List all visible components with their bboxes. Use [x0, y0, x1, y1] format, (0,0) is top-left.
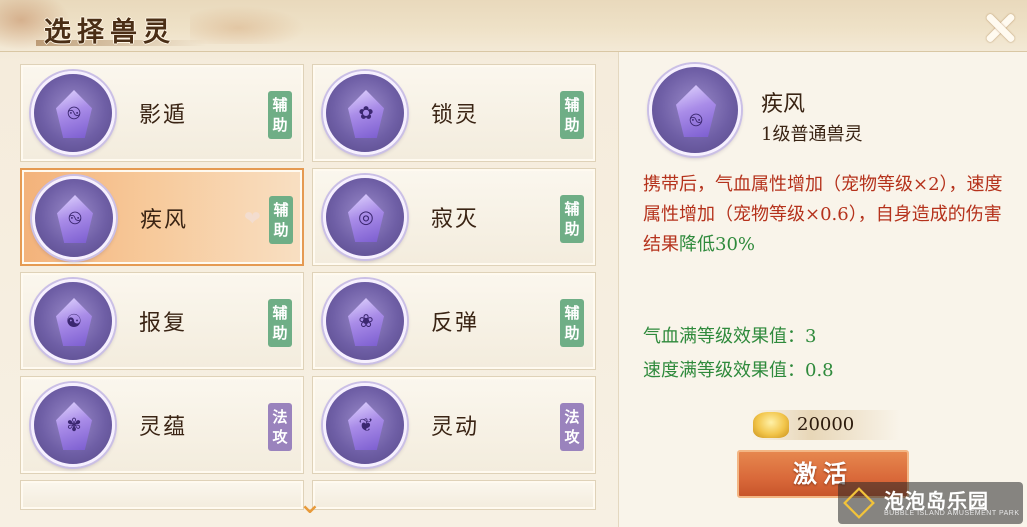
spirit-orb: ◎: [323, 175, 407, 259]
activation-cost: 20000: [751, 410, 901, 440]
heart-icon[interactable]: ❤: [244, 208, 264, 228]
spirit-name: 影遁: [139, 103, 188, 128]
spirit-type-tag: 法攻: [268, 403, 292, 451]
page-title: 选择兽灵: [44, 17, 176, 48]
gold-ingot-icon: [753, 412, 789, 438]
header-bar: 选择兽灵: [0, 0, 1027, 52]
spirit-card[interactable]: ❦ 灵动 法攻: [312, 376, 596, 474]
speed-max-effect: 速度满等级效果值：0.8: [643, 360, 834, 381]
spirit-card-partial[interactable]: [312, 480, 596, 510]
detail-spirit-level: 1级普通兽灵: [761, 124, 863, 145]
spirit-card-selected[interactable]: ࿊ 疾风 ❤ 辅助: [20, 168, 304, 266]
spirit-orb: ✾: [31, 383, 115, 467]
spirit-orb: ❦: [323, 383, 407, 467]
spirit-name: 反弹: [431, 311, 480, 336]
spirit-rune-icon: ࿊: [66, 103, 82, 124]
description-highlight: 降低30%: [679, 234, 756, 255]
spirit-name: 寂灭: [431, 207, 480, 232]
spirit-rune-icon: ࿊: [688, 110, 704, 131]
spirit-orb: ✿: [323, 71, 407, 155]
spirit-type-tag: 法攻: [560, 403, 584, 451]
spirit-orb: ࿊: [31, 71, 115, 155]
spirit-orb: ☯: [31, 279, 115, 363]
spirit-name: 疾风: [140, 208, 189, 233]
spirit-list[interactable]: ࿊ 影遁 辅助 ✿ 锁灵 辅助 ࿊ 疾风 ❤ 辅助 ◎ 寂灭 辅助 ☯ 报复 辅…: [16, 56, 606, 527]
spirit-orb: ࿊: [32, 176, 116, 260]
spirit-type-tag: 辅助: [560, 195, 584, 243]
spirit-type-tag: 辅助: [268, 299, 292, 347]
spirit-name: 锁灵: [431, 103, 480, 128]
spirit-card[interactable]: ✾ 灵蕴 法攻: [20, 376, 304, 474]
spirit-orb: ❀: [323, 279, 407, 363]
spirit-type-tag: 辅助: [560, 91, 584, 139]
spirit-rune-icon: ☯: [65, 311, 83, 332]
spirit-rune-icon: ࿊: [67, 208, 83, 229]
game-window: 选择兽灵 ࿊ 影遁 辅助 ✿ 锁灵 辅助 ࿊ 疾风 ❤ 辅助 ◎ 寂灭 辅助 ☯…: [0, 0, 1027, 527]
spirit-type-tag: 辅助: [269, 196, 293, 244]
spirit-rune-icon: ✾: [66, 415, 82, 436]
spirit-rune-icon: ✿: [358, 103, 374, 124]
spirit-card-partial[interactable]: [20, 480, 304, 510]
spirit-name: 报复: [139, 311, 188, 336]
spirit-card[interactable]: ☯ 报复 辅助: [20, 272, 304, 370]
spirit-card[interactable]: ✿ 锁灵 辅助: [312, 64, 596, 162]
spirit-rune-icon: ❦: [358, 415, 374, 436]
cost-amount: 20000: [797, 414, 855, 435]
spirit-type-tag: 辅助: [268, 91, 292, 139]
detail-description: 携带后，气血属性增加（宠物等级×2），速度属性增加（宠物等级×0.6），自身造成…: [643, 170, 1003, 260]
spirit-card[interactable]: ❀ 反弹 辅助: [312, 272, 596, 370]
watermark: 泡泡岛乐园 BUBBLE ISLAND AMUSEMENT PARK: [838, 482, 1023, 524]
spirit-rune-icon: ◎: [358, 207, 374, 228]
close-button[interactable]: [982, 10, 1018, 46]
header-decoration: [190, 4, 310, 44]
detail-spirit-name: 疾风: [761, 92, 806, 117]
spirit-rune-icon: ❀: [358, 311, 374, 332]
spirit-type-tag: 辅助: [560, 299, 584, 347]
spirit-card[interactable]: ◎ 寂灭 辅助: [312, 168, 596, 266]
spirit-name: 灵动: [431, 415, 480, 440]
spirit-name: 灵蕴: [139, 415, 188, 440]
spirit-card[interactable]: ࿊ 影遁 辅助: [20, 64, 304, 162]
scroll-down-icon[interactable]: ⌄: [290, 489, 330, 519]
detail-spirit-orb: ࿊: [649, 64, 741, 156]
watermark-logo-icon: [843, 487, 875, 519]
hp-max-effect: 气血满等级效果值：3: [643, 326, 817, 347]
watermark-subtext: BUBBLE ISLAND AMUSEMENT PARK: [884, 510, 1020, 517]
spirit-detail-panel: ࿊ 疾风 1级普通兽灵 携带后，气血属性增加（宠物等级×2），速度属性增加（宠物…: [618, 52, 1027, 527]
